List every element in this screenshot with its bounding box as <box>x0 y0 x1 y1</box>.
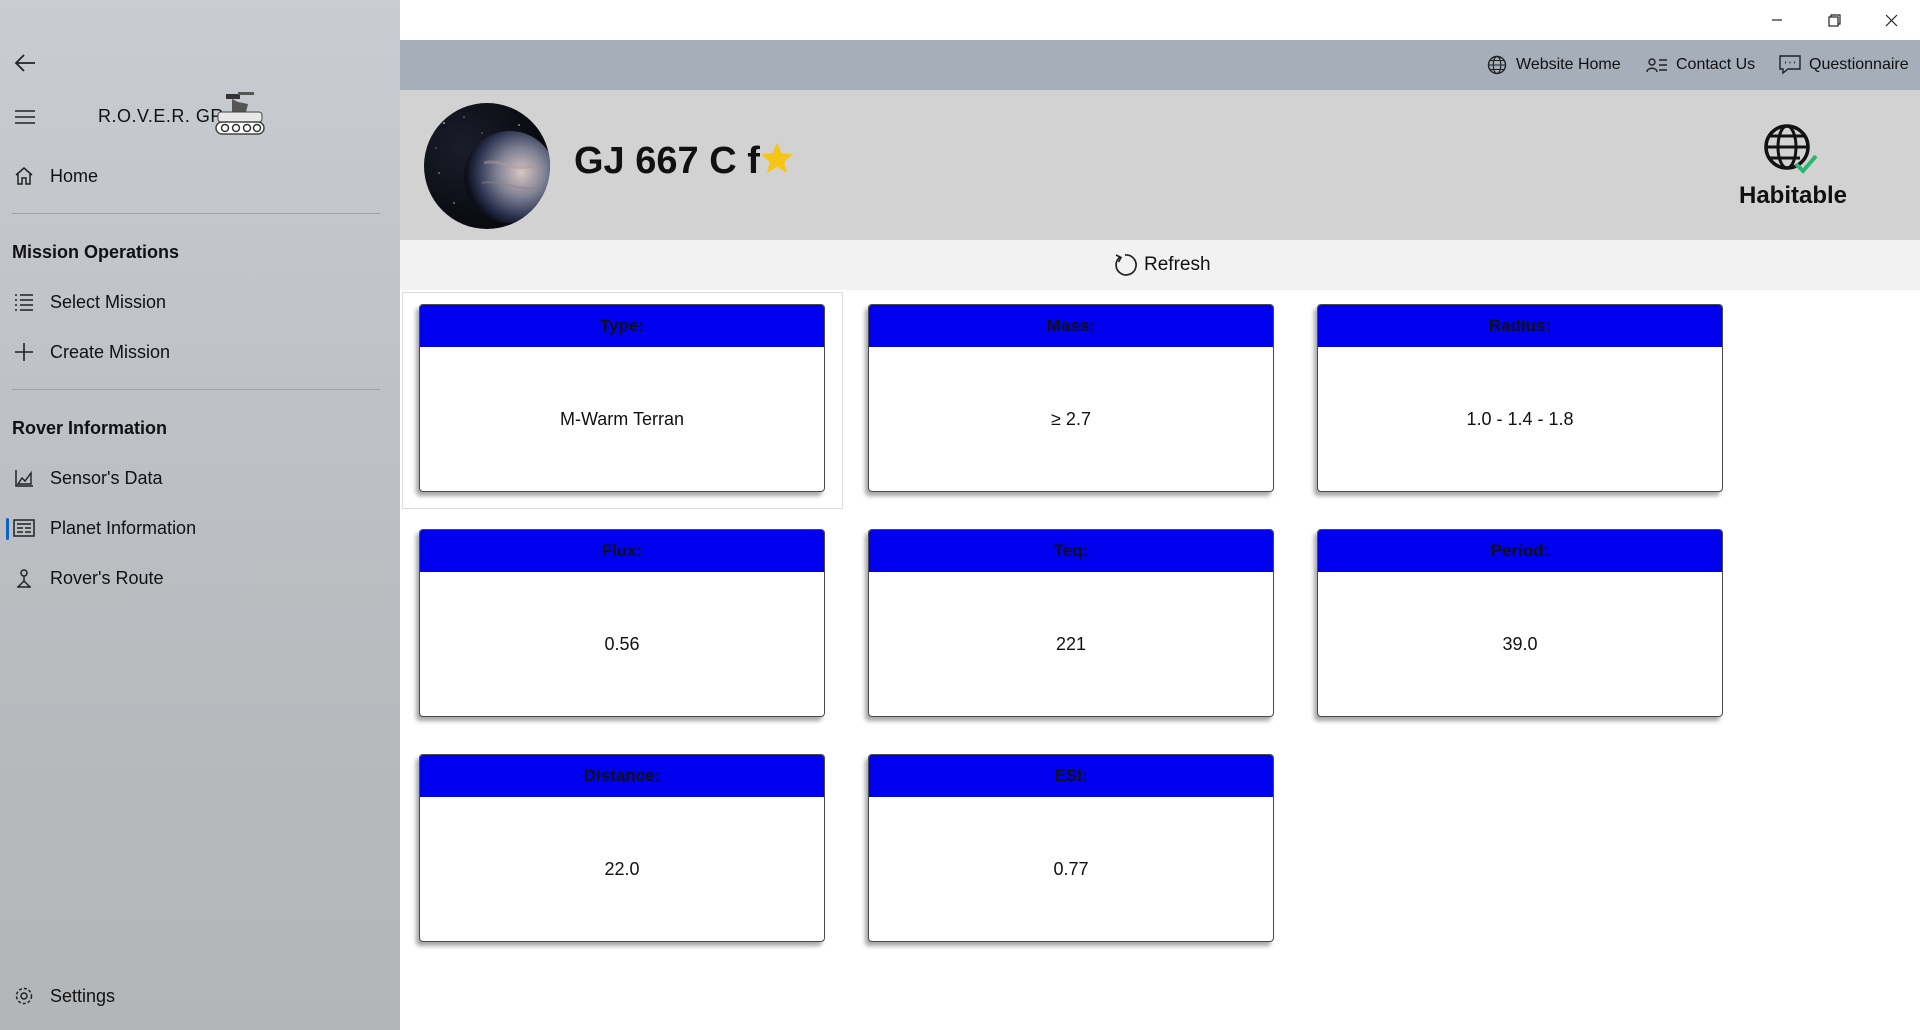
stat-card-teq[interactable]: Teq: 221 <box>868 529 1274 717</box>
nav-item-label: Rover's Route <box>50 568 164 588</box>
nav-item-settings[interactable]: Settings <box>0 974 400 1018</box>
home-icon <box>13 165 35 187</box>
stat-card-value: 221 <box>1055 633 1087 654</box>
nav-item-home[interactable]: Home <box>0 154 400 198</box>
stat-card-label: Flux: <box>420 530 824 572</box>
planet-image <box>424 103 550 229</box>
navigation-pane: R.O.V.E.R. GR Home Mission Operations Se… <box>0 0 400 1030</box>
contact-icon <box>1646 54 1668 76</box>
stat-card-label: ESI: <box>869 755 1273 797</box>
nav-item-label: Select Mission <box>50 292 167 312</box>
window-title-bar <box>400 0 1920 40</box>
planet-name: GJ 667 C f <box>574 140 760 182</box>
refresh-icon <box>1112 252 1138 278</box>
nav-item-label: Settings <box>50 986 116 1006</box>
back-arrow-icon <box>14 54 35 72</box>
stat-card-value: 0.77 <box>1053 858 1089 879</box>
nav-item-label: Sensor's Data <box>50 468 163 488</box>
nav-item-label: Home <box>50 166 99 186</box>
questionnaire-button[interactable]: Questionnaire <box>1779 52 1909 78</box>
website-home-button[interactable]: Website Home <box>1486 52 1621 78</box>
refresh-button[interactable]: Refresh <box>1112 252 1211 278</box>
stat-card-label: Distance: <box>420 755 824 797</box>
habitable-label: Habitable <box>1738 182 1848 209</box>
route-icon <box>13 567 35 589</box>
stat-card-label: Period: <box>1318 530 1722 572</box>
close-icon <box>1885 14 1897 26</box>
refresh-bar: Refresh <box>400 240 1920 290</box>
questionnaire-label: Questionnaire <box>1809 56 1909 73</box>
stat-card-label: Type: <box>420 305 824 347</box>
plus-icon <box>13 341 35 363</box>
nav-item-create-mission[interactable]: Create Mission <box>0 330 400 374</box>
habitable-globe-check-icon <box>1764 124 1818 174</box>
stat-card-label: Radius: <box>1318 305 1722 347</box>
globe-icon <box>1486 54 1508 76</box>
command-bar: Website Home Contact Us Questionnaire <box>400 40 1920 90</box>
favorite-star-icon[interactable] <box>758 140 796 178</box>
section-title-rover-information: Rover Information <box>12 418 168 438</box>
section-title-mission-operations: Mission Operations <box>12 242 180 262</box>
stat-card-period[interactable]: Period: 39.0 <box>1317 529 1723 717</box>
divider <box>12 213 380 214</box>
minimize-icon <box>1772 19 1782 21</box>
planet-stats-grid: Type: M-Warm Terran Mass: ≥ 2.7 Radius: … <box>400 290 1920 1030</box>
stat-card-flux[interactable]: Flux: 0.56 <box>419 529 825 717</box>
stat-card-value: 1.0 - 1.4 - 1.8 <box>1466 408 1574 429</box>
back-button[interactable] <box>10 48 40 78</box>
active-indicator <box>6 518 9 540</box>
contact-us-label: Contact Us <box>1676 56 1756 73</box>
restore-icon <box>1827 13 1841 27</box>
restore-button[interactable] <box>1814 6 1854 34</box>
minimize-button[interactable] <box>1757 6 1797 34</box>
stat-card-radius[interactable]: Radius: 1.0 - 1.4 - 1.8 <box>1317 304 1723 492</box>
chat-bubble-icon <box>1779 54 1801 76</box>
gear-icon <box>13 985 35 1007</box>
nav-item-planet-information[interactable]: Planet Information <box>0 506 400 550</box>
stat-card-value: 22.0 <box>604 858 640 879</box>
list-icon <box>13 291 35 313</box>
stat-card-distance[interactable]: Distance: 22.0 <box>419 754 825 942</box>
area-chart-icon <box>13 467 35 489</box>
divider <box>12 389 380 390</box>
stat-card-label: Teq: <box>869 530 1273 572</box>
website-home-label: Website Home <box>1516 56 1621 73</box>
stat-card-type[interactable]: Type: M-Warm Terran <box>419 304 825 492</box>
hamburger-menu-button[interactable] <box>12 104 38 130</box>
stat-card-value: 0.56 <box>604 633 640 654</box>
info-card-icon <box>13 517 35 539</box>
nav-item-label: Create Mission <box>50 342 171 362</box>
hamburger-icon <box>15 110 35 124</box>
stat-card-value: 39.0 <box>1502 633 1538 654</box>
stat-card-label: Mass: <box>869 305 1273 347</box>
close-button[interactable] <box>1871 6 1911 34</box>
stat-card-mass[interactable]: Mass: ≥ 2.7 <box>868 304 1274 492</box>
app-title: R.O.V.E.R. GR <box>98 106 224 126</box>
refresh-label: Refresh <box>1144 254 1211 275</box>
stat-card-esi[interactable]: ESI: 0.77 <box>868 754 1274 942</box>
stat-card-value: M-Warm Terran <box>559 408 684 429</box>
contact-us-button[interactable]: Contact Us <box>1646 52 1755 78</box>
stat-card-value: ≥ 2.7 <box>1051 408 1091 429</box>
nav-item-rovers-route[interactable]: Rover's Route <box>0 556 400 600</box>
rover-logo-icon <box>215 92 265 135</box>
nav-item-label: Planet Information <box>50 518 197 538</box>
planet-header: GJ 667 C f Habitable <box>400 90 1920 240</box>
nav-item-sensors-data[interactable]: Sensor's Data <box>0 456 400 500</box>
nav-item-select-mission[interactable]: Select Mission <box>0 280 400 324</box>
